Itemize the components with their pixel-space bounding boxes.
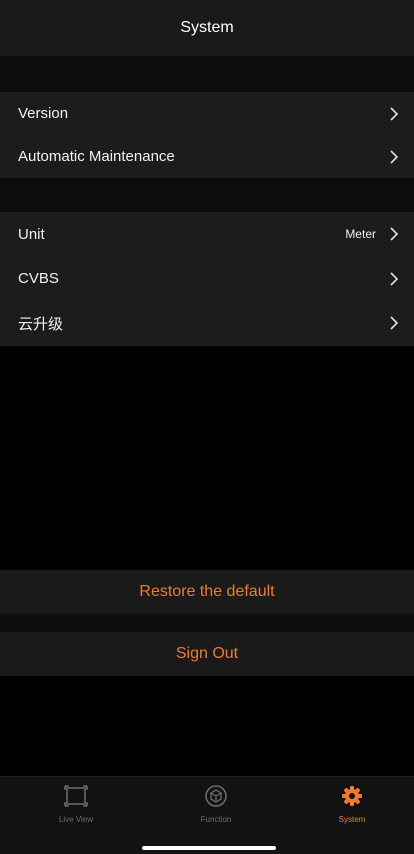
restore-default-label: Restore the default [139, 583, 275, 600]
restore-default-button[interactable]: Restore the default [0, 570, 414, 614]
row-label: Version [18, 105, 69, 122]
chevron-right-icon [388, 106, 400, 122]
tab-label: Function [200, 815, 232, 824]
tab-bar: Live View Function System [0, 776, 414, 854]
live-view-icon [63, 783, 89, 809]
settings-row-cloud-upgrade[interactable]: 云升级 [0, 301, 414, 346]
chevron-right-icon [388, 271, 400, 287]
chevron-right-icon [388, 315, 400, 331]
settings-row-unit[interactable]: Unit Meter [0, 212, 414, 257]
tab-label: Live View [58, 815, 94, 824]
system-screen: System Version Automatic Maintenance Uni… [0, 0, 414, 854]
settings-row-automatic-maintenance[interactable]: Automatic Maintenance [0, 135, 414, 178]
tab-function[interactable]: Function [171, 783, 261, 833]
settings-row-version[interactable]: Version [0, 92, 414, 135]
empty-area [0, 346, 414, 570]
row-label: Unit [18, 225, 45, 243]
home-indicator[interactable] [142, 846, 276, 850]
row-label: CVBS [18, 270, 59, 288]
tab-system[interactable]: System [307, 783, 397, 833]
section-spacer [0, 56, 414, 92]
unit-value: Meter [345, 227, 376, 242]
chevron-right-icon [388, 226, 400, 242]
settings-group-device: Unit Meter CVBS 云升级 [0, 212, 414, 346]
chevron-right-icon [388, 149, 400, 165]
navigation-bar: System [0, 0, 414, 56]
sign-out-button[interactable]: Sign Out [0, 632, 414, 676]
sign-out-label: Sign Out [175, 645, 239, 662]
tab-live-view[interactable]: Live View [31, 783, 121, 833]
function-cube-icon [203, 783, 229, 809]
settings-group-general: Version Automatic Maintenance [0, 92, 414, 178]
row-label: Automatic Maintenance [18, 148, 175, 165]
settings-row-cvbs[interactable]: CVBS [0, 257, 414, 302]
page-title: System [180, 19, 234, 36]
gear-icon [339, 783, 365, 809]
section-spacer [0, 614, 414, 632]
tab-label: System [338, 815, 366, 824]
section-spacer [0, 178, 414, 212]
row-label: 云升级 [18, 315, 64, 333]
